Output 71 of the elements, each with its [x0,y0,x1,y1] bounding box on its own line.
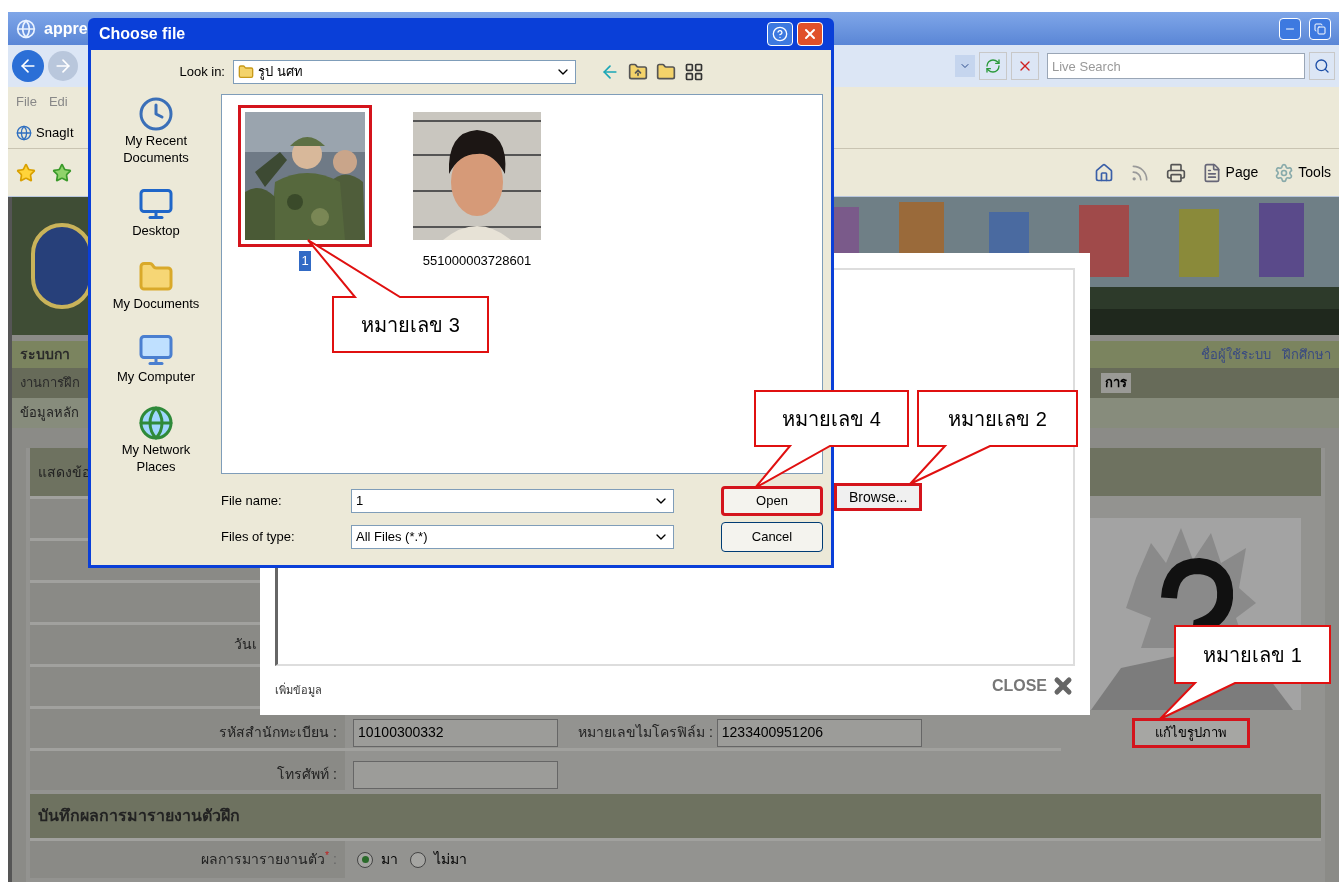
back-button[interactable] [12,50,44,82]
desktop-icon [138,186,174,222]
places-bar-item[interactable]: My Recent Documents [101,96,211,166]
places-bar-item[interactable]: My Documents [101,259,211,312]
radio-label: ไม่มา [434,850,467,869]
help-icon [772,26,788,42]
system-name: ระบบกา [20,345,70,364]
field-label: หมายเลขไมโครฟิล์ม : [578,723,713,742]
computer-icon [138,332,174,368]
page-menu-button[interactable]: Page [1225,162,1259,183]
search-button[interactable] [1309,52,1335,80]
view-menu-icon[interactable] [684,62,704,82]
text-field[interactable]: 1233400951206 [716,718,922,747]
folder-icon [238,64,254,80]
close-icon [802,26,818,42]
clock-document-icon [138,96,174,132]
file-type-dropdown[interactable]: All Files (*.*) [351,525,674,549]
new-folder-icon[interactable] [656,62,676,82]
browse-button[interactable]: Browse... [834,483,923,511]
places-bar-item[interactable]: My Computer [101,332,211,385]
places-bar-item[interactable]: Desktop [101,186,211,239]
dialog-title: Choose file [99,24,186,44]
nav-menu-item[interactable]: การ [1101,373,1131,393]
file-name[interactable]: 551000003728601 [420,251,534,271]
restore-icon [1314,22,1326,35]
settings-icon [1274,162,1295,183]
open-button[interactable]: Open [721,486,823,516]
edit-photo-button[interactable]: แก้ไขรูปภาพ [1132,718,1250,748]
section-header: บันทึกผลการมารายงานตัวฝึก [30,794,1321,838]
browser-logo-icon [16,18,36,39]
tools-menu-button[interactable]: Tools [1298,162,1331,183]
breadcrumb[interactable]: ข้อมูลหลัก [20,403,79,423]
stop-button[interactable] [1011,52,1039,80]
field-label: โทรศัพท์ : [30,751,345,790]
colon: : [333,850,337,869]
print-icon[interactable] [1165,162,1186,183]
search-icon [1314,58,1330,74]
favorites-star-icon[interactable] [16,162,36,183]
field-label: รหัสสำนักทะเบียน : [30,709,345,748]
cancel-button[interactable]: Cancel [721,522,823,552]
file-thumbnail[interactable] [238,105,372,247]
close-button[interactable] [797,22,823,46]
callout-text: หมายเลข 4 [782,406,881,432]
restore-button[interactable] [1309,17,1331,40]
radio-button[interactable] [410,851,426,868]
callout-text: หมายเลข 3 [361,312,460,338]
minimize-button[interactable] [1279,17,1301,40]
window-title: appre [44,18,88,39]
text-field[interactable] [353,760,558,789]
file-name[interactable]: 1 [299,251,311,271]
toolbar-button[interactable]: SnagIt [36,122,74,143]
radio-button[interactable] [357,851,373,868]
globe-icon [138,405,174,441]
field-label: ผลการมารายงานตัว$^{*}$ [201,849,330,869]
file-type-label: Files of type: [221,528,296,547]
file-name-field[interactable]: 1 [351,489,674,513]
add-data-link[interactable]: เพิ่มข้อมูล [275,681,322,698]
refresh-icon [985,58,1001,74]
home-icon[interactable] [1093,162,1114,183]
callout-text: หมายเลข 1 [1203,642,1302,668]
look-in-dropdown[interactable]: รูป นศท [233,60,576,84]
radio-label: มา [381,850,398,869]
callout-text: หมายเลข 2 [948,406,1047,432]
close-button[interactable]: CLOSE [991,674,1075,698]
add-favorite-icon[interactable] [52,162,72,183]
look-in-label: Look in: [178,63,225,82]
help-button[interactable] [767,22,793,46]
up-folder-icon[interactable] [628,62,648,82]
text-field[interactable]: 10100300332 [353,718,558,747]
refresh-button[interactable] [979,52,1007,80]
search-field[interactable]: Live Search [1047,53,1305,79]
